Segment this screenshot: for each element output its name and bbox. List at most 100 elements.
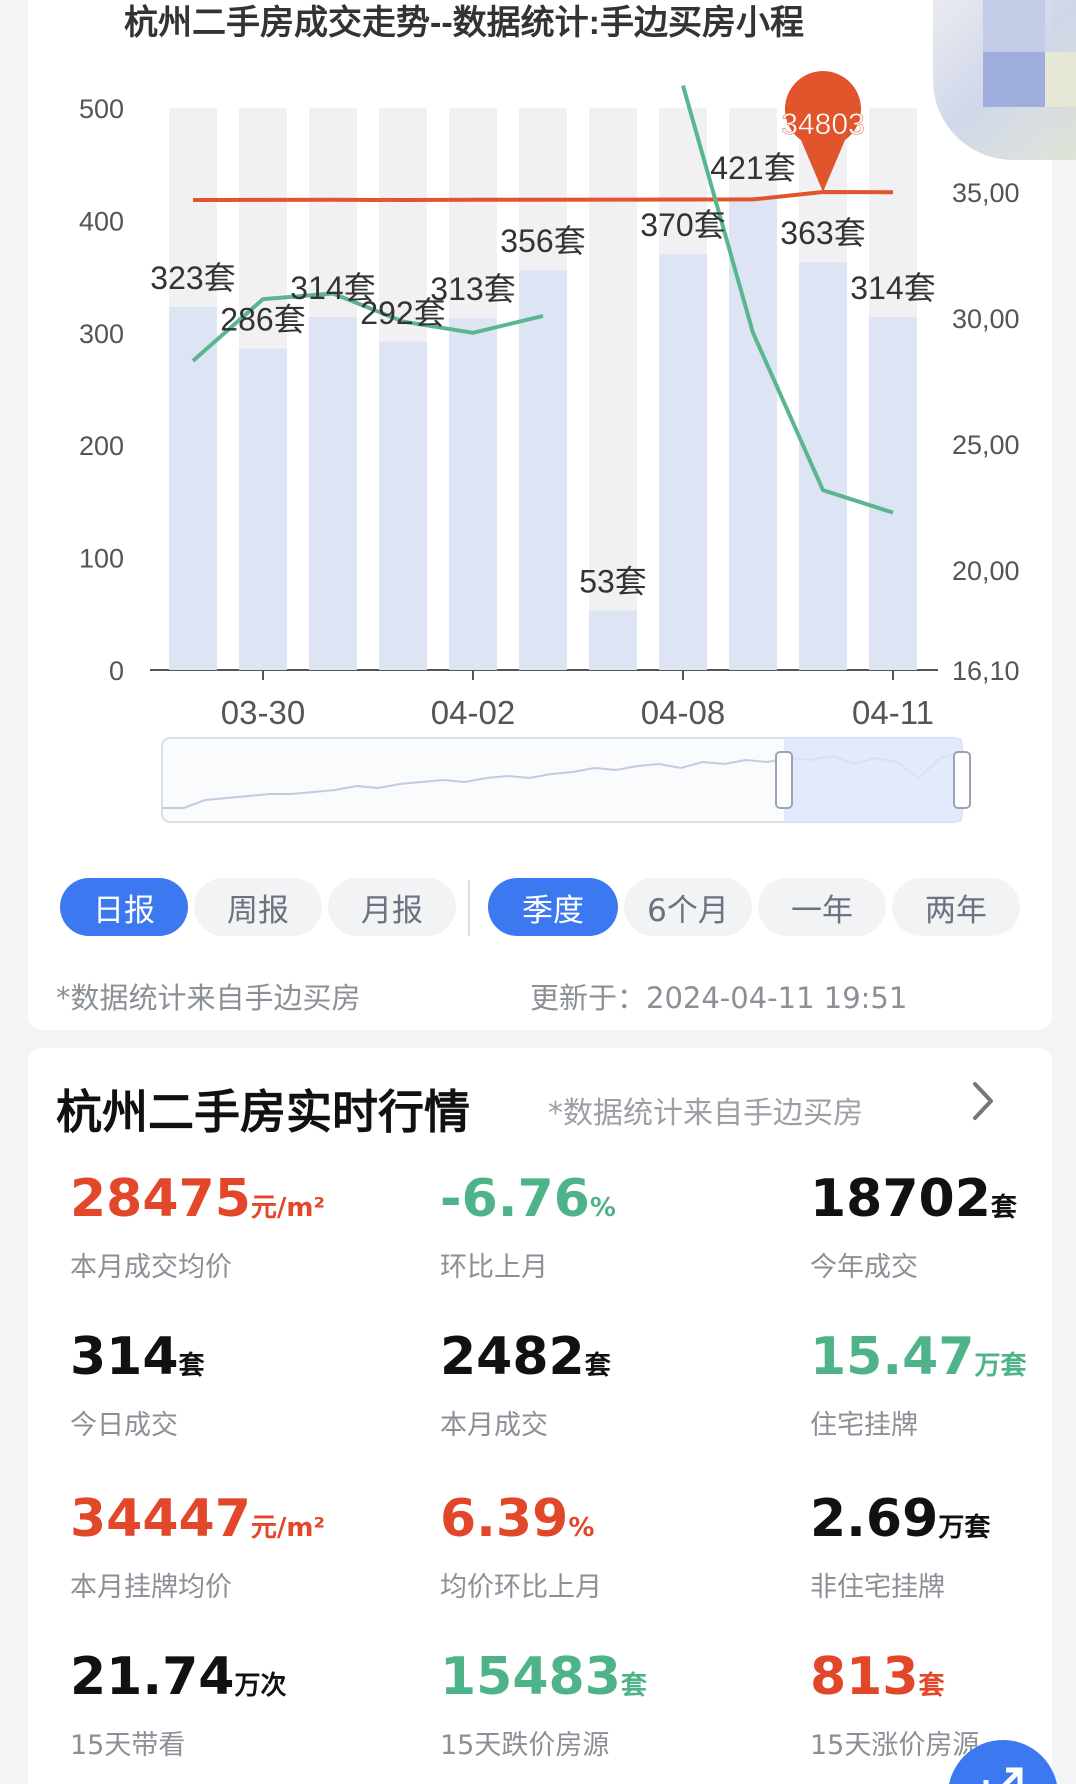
chart-title: 杭州二手房成交走势--数据统计:手边买房小程 — [124, 3, 804, 42]
stat-value: 18702套 — [810, 1168, 1076, 1239]
bar-data-label: 421套 — [710, 150, 795, 186]
stat-number: 21.74 — [70, 1647, 235, 1707]
stat-label: 本月挂牌均价 — [70, 1572, 232, 1603]
stat-value: 21.74万次 — [70, 1646, 400, 1717]
stat-value: 28475元/m² — [70, 1168, 400, 1239]
stat-number: 2.69 — [810, 1489, 939, 1549]
range-tabs: 季度 6个月 一年 两年 — [488, 878, 1020, 936]
stat-number: 28475 — [70, 1169, 251, 1229]
updated-time: 更新于：2024-04-11 19:51 — [530, 981, 908, 1015]
y-tick-left: 0 — [109, 656, 124, 686]
tab-one-year[interactable]: 一年 — [758, 878, 886, 936]
bar-data-label: 370套 — [640, 207, 725, 243]
stat-value: 15483套 — [440, 1646, 770, 1717]
bar-data-label: 286套 — [220, 302, 305, 338]
stat-item: 18702套今年成交 — [810, 1168, 1076, 1284]
stat-number: 6.39 — [440, 1489, 569, 1549]
stat-value: 2.69万套 — [810, 1488, 1076, 1559]
tab-daily[interactable]: 日报 — [60, 878, 188, 936]
stat-value: 2482套 — [440, 1326, 770, 1397]
tab-weekly[interactable]: 周报 — [194, 878, 322, 936]
y-tick-right: 35,00 — [952, 178, 1020, 208]
stat-label: 本月成交 — [440, 1410, 548, 1441]
bar — [449, 318, 497, 670]
x-tick-label: 04-08 — [641, 694, 725, 731]
tab-6-months[interactable]: 6个月 — [624, 878, 752, 936]
tab-quarter[interactable]: 季度 — [488, 878, 618, 936]
period-tabs: 日报 周报 月报 — [60, 878, 456, 936]
stat-number: 18702 — [810, 1169, 991, 1229]
stat-unit: % — [589, 1193, 616, 1223]
stat-unit: 套 — [918, 1671, 945, 1701]
stat-value: 15.47万套 — [810, 1326, 1076, 1397]
stat-item: 34447元/m² 本月挂牌均价 — [70, 1488, 400, 1604]
external-link-icon — [983, 1767, 1023, 1784]
bar-data-label: 313套 — [430, 271, 515, 307]
stat-number: 15.47 — [810, 1327, 975, 1387]
y-tick-right: 16,10 — [952, 656, 1020, 686]
stat-number: -6.76 — [440, 1169, 590, 1229]
y-tick-right: 30,00 — [952, 304, 1020, 334]
stat-unit: 万套 — [974, 1351, 1027, 1381]
stat-value: 813套 — [810, 1646, 1076, 1717]
zoom-handle-left — [775, 751, 793, 809]
stat-number: 15483 — [440, 1647, 621, 1707]
stat-unit: 元/m² — [250, 1193, 325, 1223]
tabs-divider — [468, 880, 470, 936]
bar-data-label: 363套 — [780, 215, 865, 251]
stat-item: 28475元/m² 本月成交均价 — [70, 1168, 400, 1284]
stat-unit: 套 — [620, 1671, 647, 1701]
stat-label: 15天带看 — [70, 1730, 186, 1761]
tab-monthly[interactable]: 月报 — [328, 878, 456, 936]
x-tick-label: 04-11 — [852, 694, 934, 731]
stat-number: 2482 — [440, 1327, 585, 1387]
stat-label: 今年成交 — [810, 1252, 918, 1283]
source-note: *数据统计来自手边买房 — [56, 981, 361, 1015]
bar — [589, 610, 637, 670]
x-tick-label: 04-02 — [431, 694, 515, 731]
market-title: 杭州二手房实时行情 — [56, 1085, 470, 1139]
stat-item: 2.69万套非住宅挂牌 — [810, 1488, 1076, 1604]
market-source-note: *数据统计来自手边买房 — [548, 1096, 863, 1131]
stat-unit: % — [568, 1513, 595, 1543]
bar-data-label: 323套 — [150, 260, 235, 296]
bar — [799, 261, 847, 670]
stat-value: 34447元/m² — [70, 1488, 400, 1559]
stat-label: 环比上月 — [440, 1252, 548, 1283]
trend-chart: 杭州二手房成交走势--数据统计:手边买房小程 50040030020010003… — [79, 3, 1020, 823]
stat-value: -6.76% — [440, 1168, 770, 1239]
bar — [309, 317, 357, 670]
zoom-handle-right — [953, 751, 971, 809]
bar-data-label: 314套 — [850, 270, 935, 306]
stat-item: 21.74万次 15天带看 — [70, 1646, 400, 1762]
y-tick-left: 200 — [79, 431, 124, 461]
y-tick-left: 500 — [79, 94, 124, 124]
stat-item: 15.47万套住宅挂牌 — [810, 1326, 1076, 1442]
stat-item: 15483套 15天跌价房源 — [440, 1646, 770, 1762]
stat-value: 6.39% — [440, 1488, 770, 1559]
y-tick-left: 400 — [79, 206, 124, 236]
stat-unit: 套 — [990, 1193, 1017, 1223]
trend-chart-card: 杭州二手房成交走势--数据统计:手边买房小程 500 400 300 200 100 0 3… — [28, 0, 1076, 1030]
y-tick-right: 20,00 — [952, 556, 1020, 586]
bar — [379, 341, 427, 670]
y-tick-left: 300 — [79, 319, 124, 349]
chevron-right-icon[interactable] — [963, 1076, 1003, 1126]
stat-label: 住宅挂牌 — [810, 1410, 918, 1441]
stat-item: 6.39% 均价环比上月 — [440, 1488, 770, 1604]
stat-item: 2482套本月成交 — [440, 1326, 770, 1442]
stat-number: 314 — [70, 1327, 179, 1387]
stat-label: 今日成交 — [70, 1410, 178, 1441]
stat-number: 813 — [810, 1647, 919, 1707]
stat-unit: 套 — [178, 1351, 205, 1381]
stat-unit: 元/m² — [250, 1513, 325, 1543]
stat-label: 均价环比上月 — [440, 1572, 602, 1603]
stat-value: 314套 — [70, 1326, 400, 1397]
y-tick-right: 25,00 — [952, 430, 1020, 460]
stat-label: 非住宅挂牌 — [810, 1572, 945, 1603]
bar — [239, 348, 287, 670]
marker-label: 34803 — [781, 108, 864, 141]
stat-unit: 万次 — [234, 1671, 287, 1701]
x-tick-label: 03-30 — [221, 694, 305, 731]
tab-two-years[interactable]: 两年 — [892, 878, 1020, 936]
